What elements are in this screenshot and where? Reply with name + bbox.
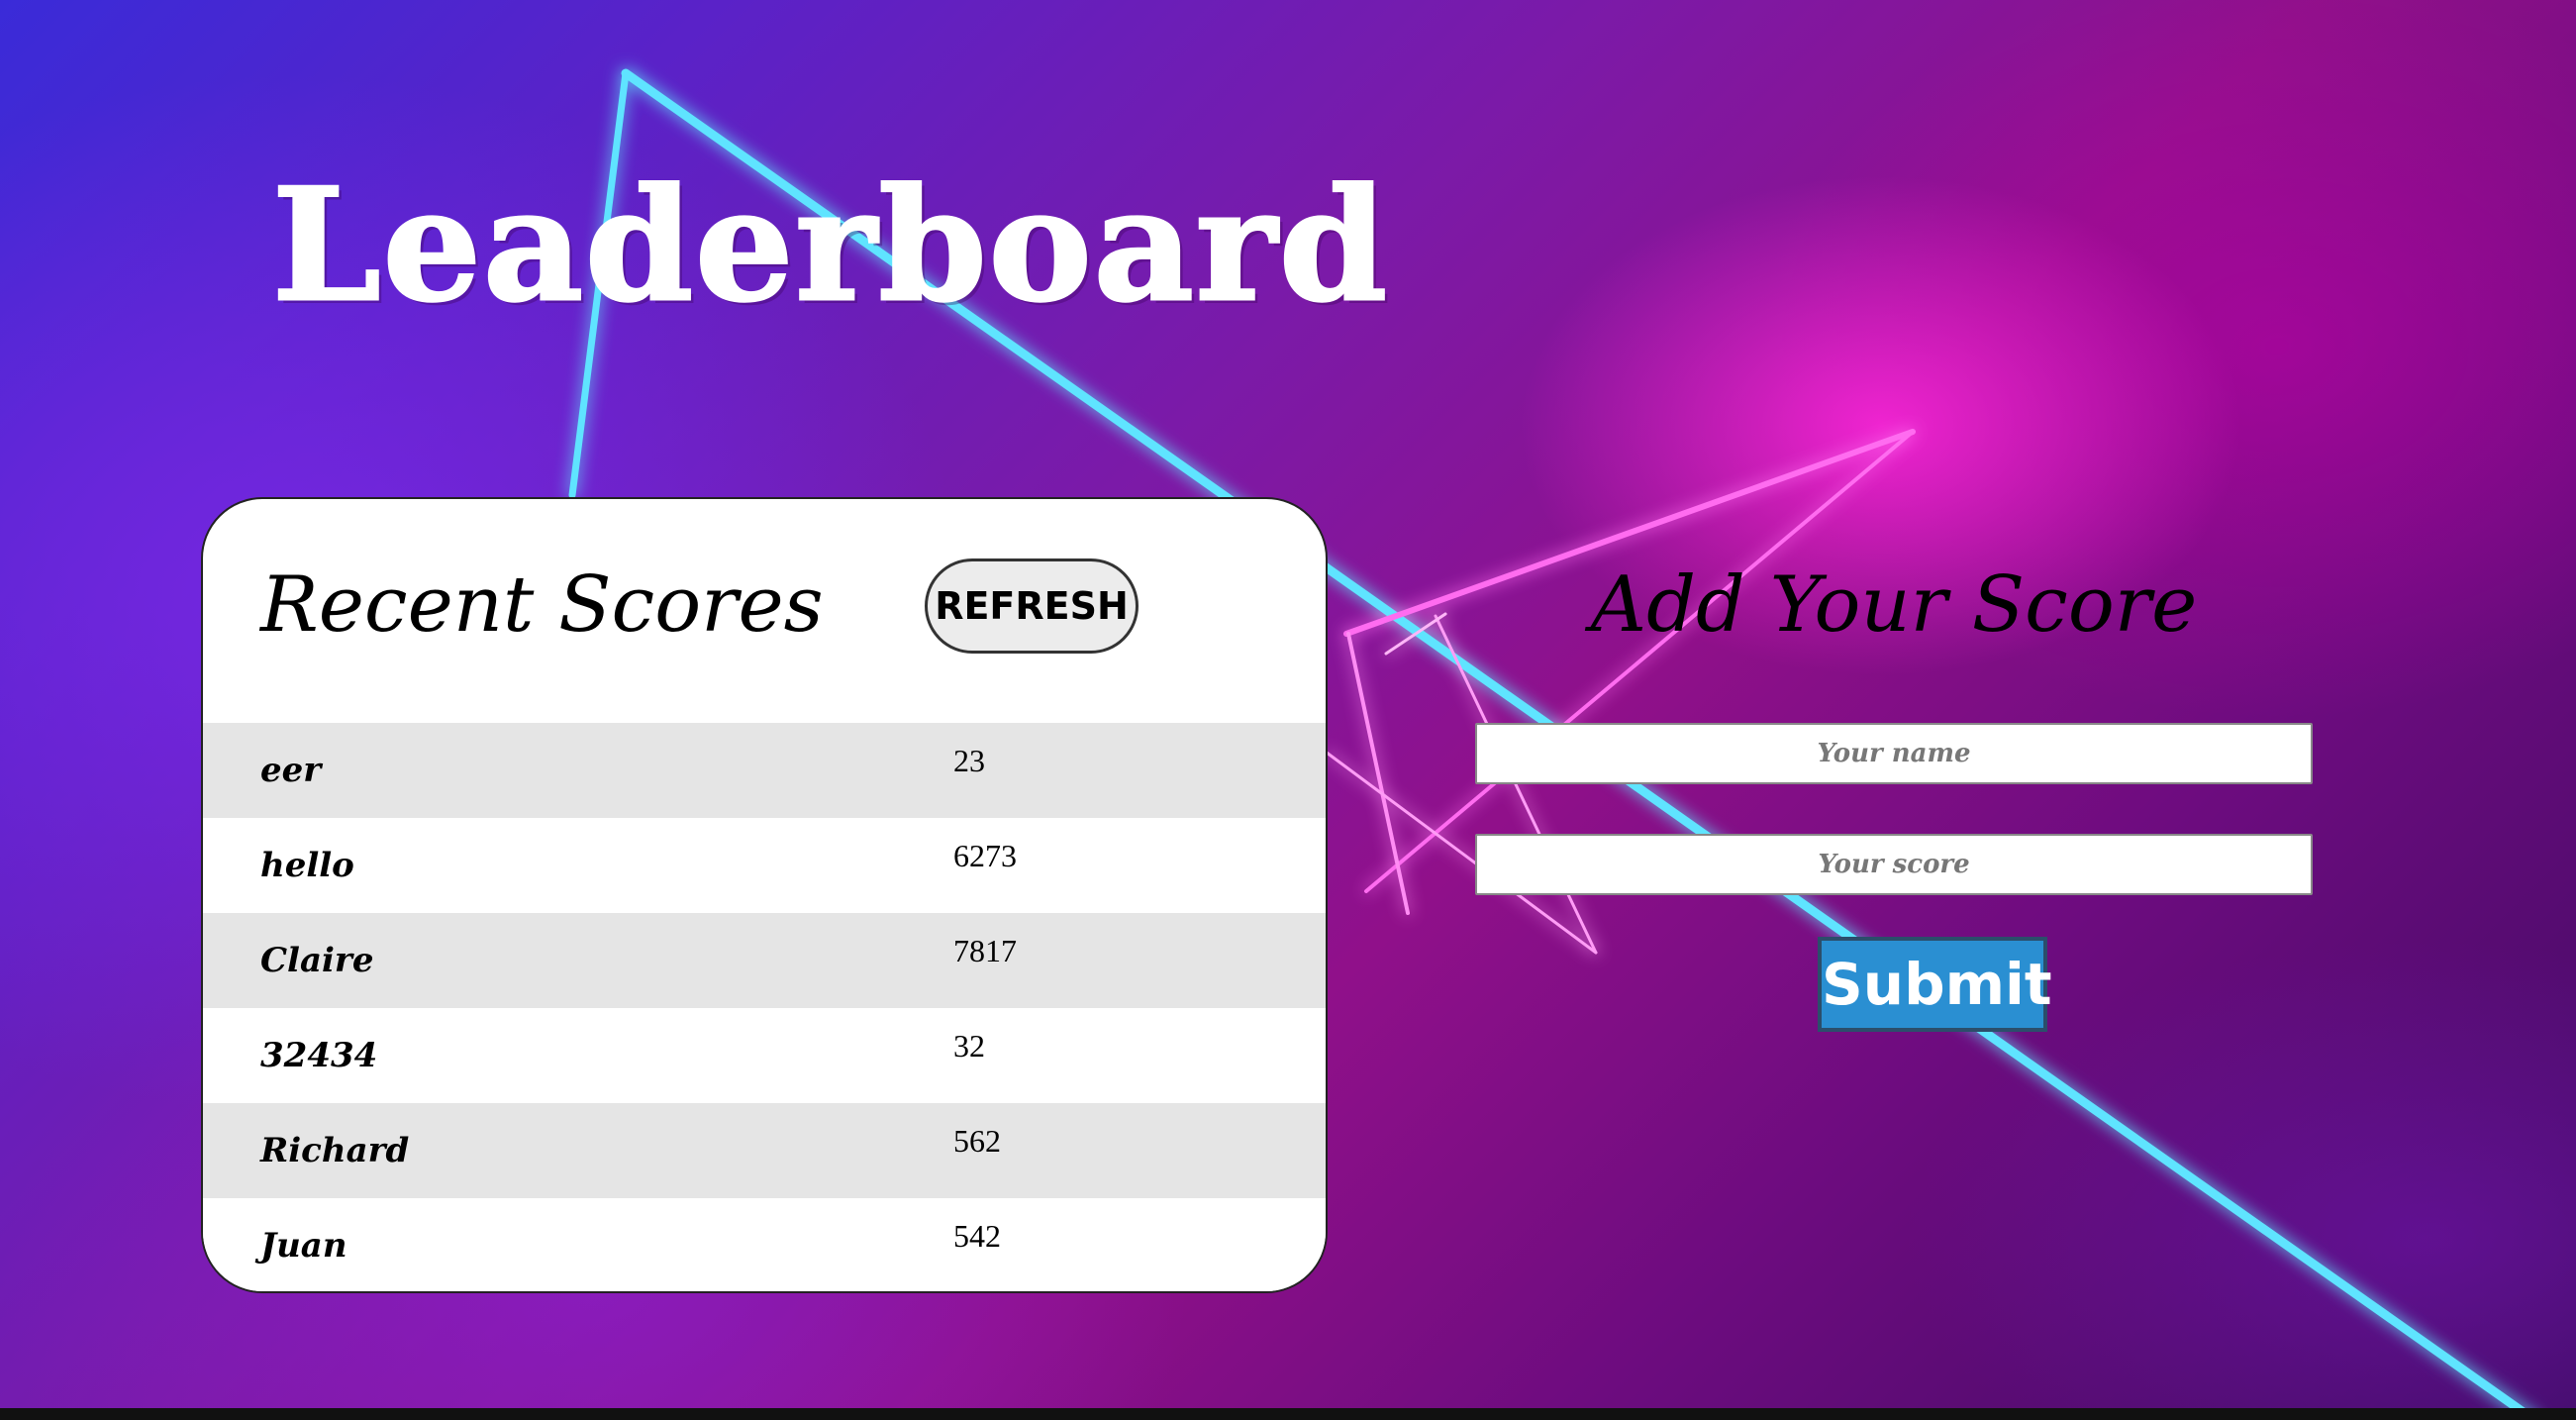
- table-row: Claire 7817: [203, 913, 1326, 1008]
- player-score: 562: [953, 1123, 1001, 1159]
- player-score: 32: [953, 1028, 985, 1064]
- score-input[interactable]: [1475, 834, 2313, 895]
- page-title: Leaderboard: [270, 154, 1390, 336]
- name-input[interactable]: [1475, 723, 2313, 784]
- table-row: eer 23: [203, 723, 1326, 818]
- player-name: Claire: [260, 941, 374, 980]
- table-row: Richard 562: [203, 1103, 1326, 1198]
- table-row: 32434 32: [203, 1008, 1326, 1103]
- recent-scores-card: Recent Scores REFRESH eer 23 hello 6273 …: [201, 497, 1328, 1293]
- player-score: 7817: [953, 933, 1017, 968]
- bottom-bar: [0, 1408, 2576, 1420]
- scores-table: eer 23 hello 6273 Claire 7817 32434 32 R…: [203, 723, 1326, 1291]
- player-name: 32434: [260, 1036, 378, 1075]
- add-score-heading: Add Your Score: [1590, 560, 2198, 650]
- table-row: hello 6273: [203, 818, 1326, 913]
- player-score: 542: [953, 1218, 1001, 1254]
- player-name: Juan: [260, 1226, 347, 1266]
- player-score: 6273: [953, 838, 1017, 873]
- player-score: 23: [953, 743, 985, 778]
- recent-scores-heading: Recent Scores: [260, 560, 824, 650]
- player-name: eer: [260, 751, 322, 790]
- player-name: Richard: [260, 1131, 410, 1170]
- add-score-form: Add Your Score Submit: [1475, 555, 2313, 1050]
- submit-button[interactable]: Submit: [1818, 937, 2052, 1032]
- refresh-button[interactable]: REFRESH: [925, 558, 1139, 654]
- table-row: Juan 542: [203, 1198, 1326, 1291]
- player-name: hello: [260, 846, 354, 885]
